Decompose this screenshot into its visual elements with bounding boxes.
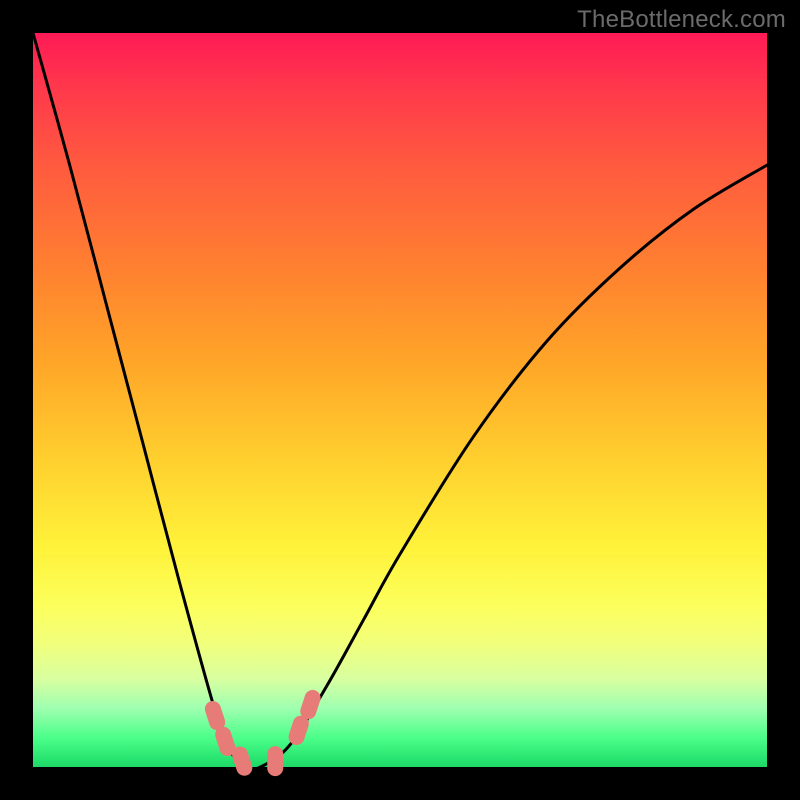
bottleneck-curve-path — [33, 33, 767, 769]
plot-area — [33, 33, 767, 767]
curve-marker — [267, 746, 283, 776]
chart-frame: TheBottleneck.com — [0, 0, 800, 800]
curve-svg — [33, 33, 767, 767]
watermark-text: TheBottleneck.com — [577, 6, 786, 34]
